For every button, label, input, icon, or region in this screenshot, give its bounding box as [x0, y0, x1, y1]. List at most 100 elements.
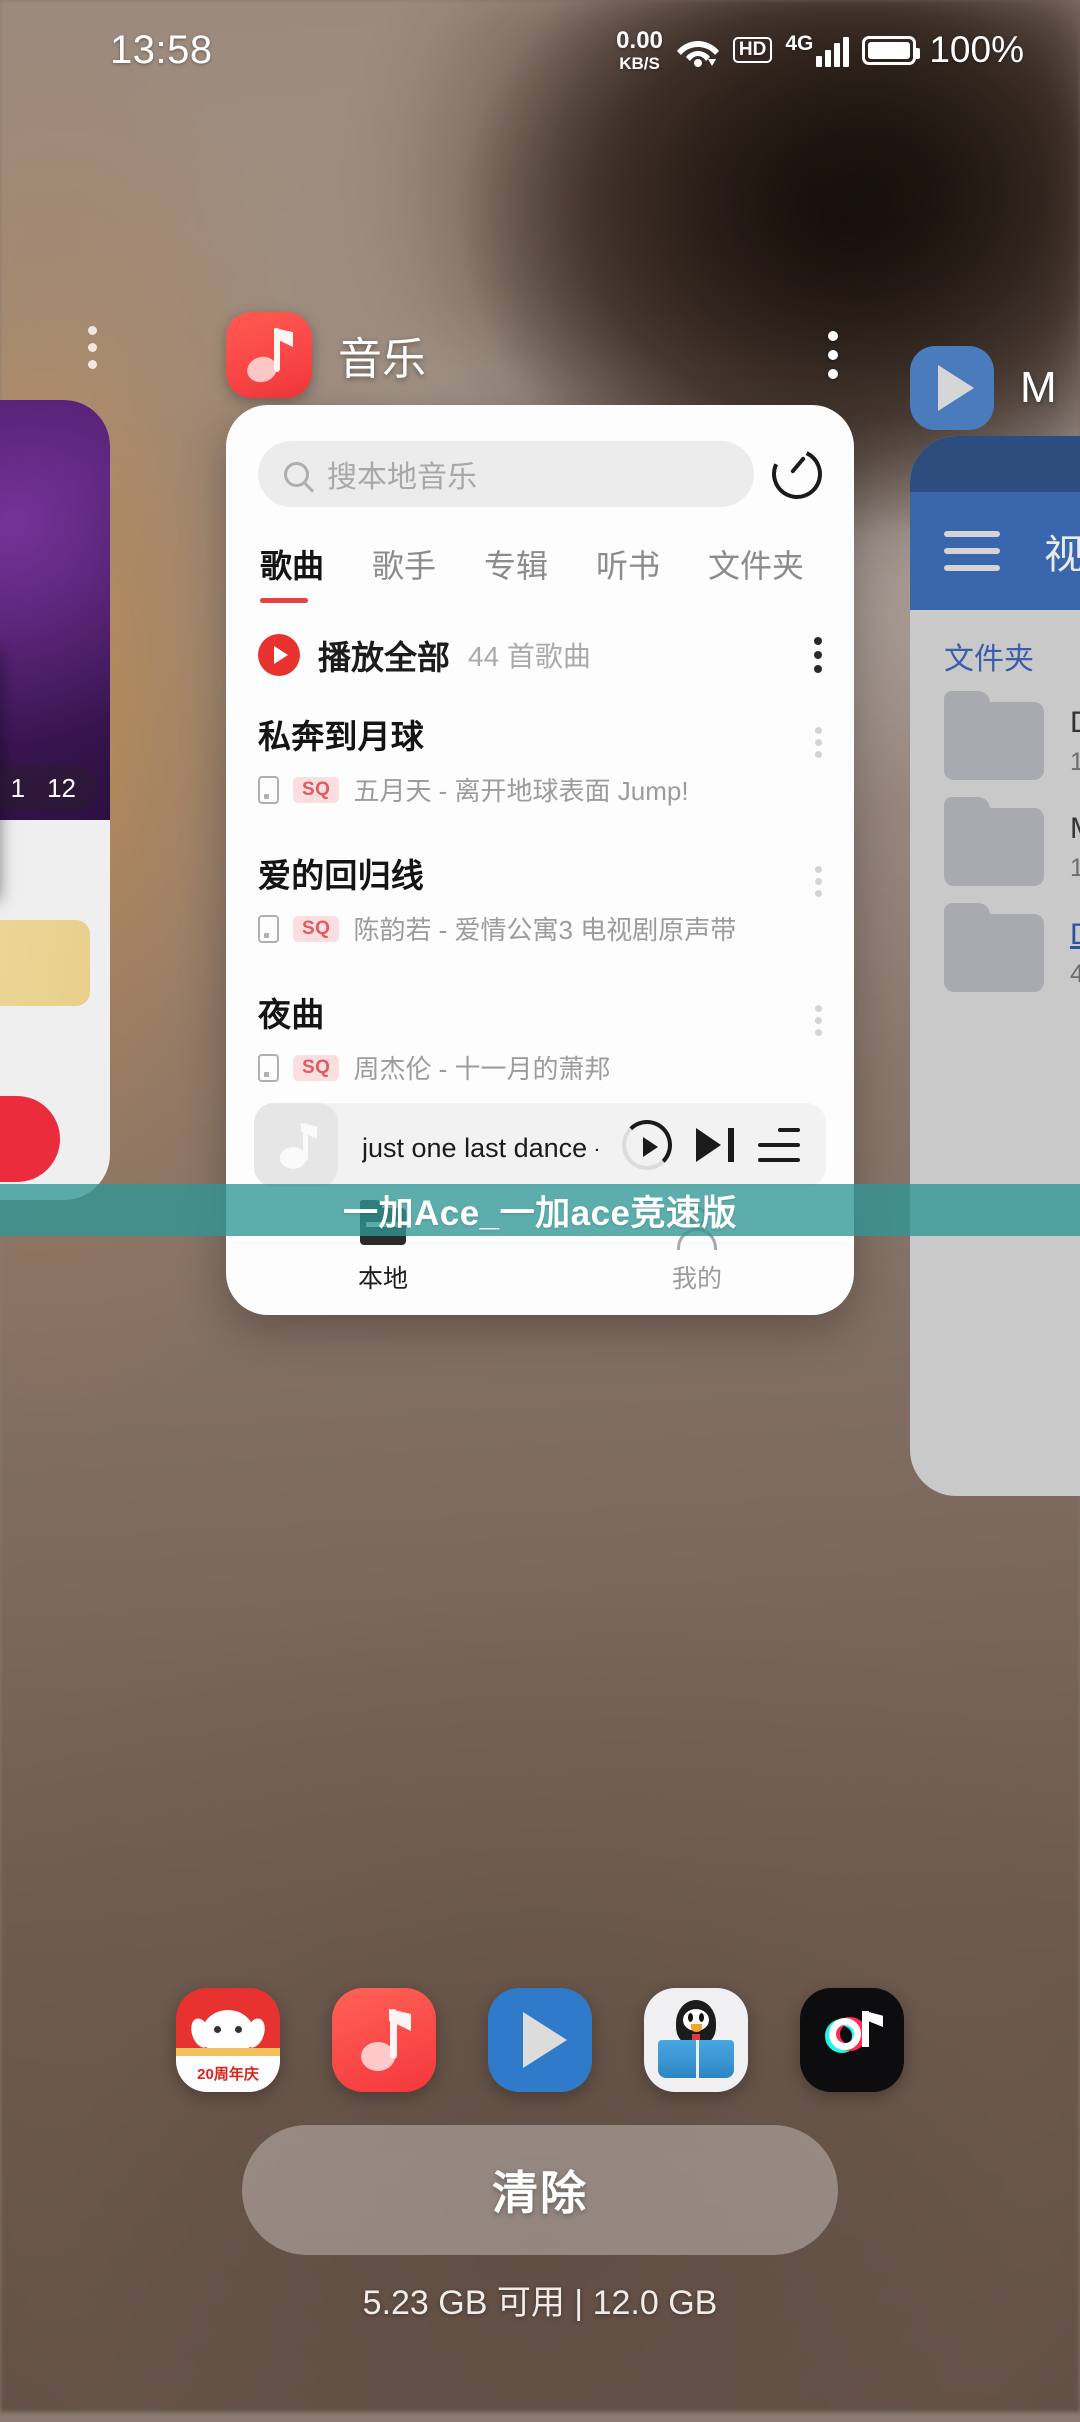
mini-player-artwork — [254, 1103, 338, 1187]
quality-badge: SQ — [293, 915, 340, 942]
dock-icon-qq-reading[interactable] — [644, 1988, 748, 2092]
song-overflow-menu[interactable] — [815, 727, 822, 758]
tab-albums[interactable]: 专辑 — [484, 541, 596, 603]
song-overflow-menu[interactable] — [815, 866, 822, 897]
song-list[interactable]: 私奔到月球 SQ 五月天 - 离开地球表面 Jump! 爱的回归线 SQ 陈韵若… — [226, 689, 854, 1097]
battery-percent-label: 100% — [929, 29, 1024, 70]
tab-artists[interactable]: 歌手 — [372, 541, 484, 603]
dock-icon-tiktok[interactable] — [800, 1988, 904, 2092]
music-tabs: 歌曲 歌手 专辑 听书 文件夹 — [226, 507, 854, 603]
song-title: 爱的回归线 — [258, 857, 424, 894]
network-speed-unit: KB/S — [619, 53, 660, 73]
video-folder-row[interactable]: D 1 — [910, 688, 1080, 794]
search-placeholder: 搜本地音乐 — [327, 461, 477, 494]
tab-songs[interactable]: 歌曲 — [260, 541, 372, 603]
battery-icon — [862, 35, 921, 65]
next-track-button[interactable] — [696, 1128, 734, 1162]
song-list-item[interactable]: 夜曲 SQ 周杰伦 - 十一月的萧邦 — [258, 967, 822, 1097]
promo-tag-row: 满赠 换 › — [0, 840, 110, 891]
search-row: 搜本地音乐 — [226, 405, 854, 507]
app-dock: 20周年庆 — [0, 1940, 1080, 2140]
shopping-card-body[interactable]: Western Digital. SATA 6Gb/s SC HA500FOR … — [0, 400, 110, 1200]
folder-icon — [944, 797, 1044, 886]
folder-count: 1 — [1070, 853, 1080, 882]
folder-icon — [944, 691, 1044, 780]
recent-card-shopping[interactable]: Western Digital. SATA 6Gb/s SC HA500FOR … — [0, 400, 110, 1200]
folder-name: M — [1070, 812, 1080, 846]
folder-name: D — [1070, 706, 1080, 740]
dock-icon-music[interactable] — [332, 1988, 436, 2092]
recent-card-music[interactable]: 音乐 搜本地音乐 歌曲 歌手 专辑 听书 文件夹 播放全部 44 首歌曲 私奔到… — [226, 305, 854, 1315]
page-current: 1 — [10, 772, 26, 803]
cellular-indicator: 4G — [785, 33, 850, 67]
product-hero-image: Western Digital. SATA 6Gb/s SC HA500FOR … — [0, 400, 110, 820]
left-card-overflow-menu[interactable] — [88, 326, 97, 369]
clear-all-button[interactable]: 清除 — [242, 2125, 838, 2255]
page-total: 12 — [47, 772, 76, 803]
device-icon — [258, 1053, 279, 1082]
watermark-text: 一加Ace_一加ace竞速版 — [342, 1193, 738, 1233]
video-folder-row[interactable]: D 4 — [910, 900, 1080, 1006]
watermark-banner: 一加Ace_一加ace竞速版 — [0, 1184, 1080, 1236]
song-list-overflow-menu[interactable] — [814, 637, 822, 673]
play-all-row[interactable]: 播放全部 44 首歌曲 — [226, 603, 854, 689]
tiktok-note-icon — [825, 2011, 883, 2069]
song-artist: 周杰伦 - 十一月的萧邦 — [353, 1054, 611, 1084]
music-note-icon — [244, 328, 293, 386]
network-speed-indicator: 0.00 KB/S — [616, 28, 663, 73]
song-list-item[interactable]: 私奔到月球 SQ 五月天 - 离开地球表面 Jump! — [258, 689, 822, 828]
video-app-statusbar — [910, 436, 1080, 492]
tab-folders[interactable]: 文件夹 — [708, 541, 820, 603]
song-subtitle: SQ 陈韵若 - 爱情公寓3 电视剧原声带 — [258, 910, 822, 947]
signal-bars-icon — [816, 37, 850, 67]
memory-status-text: 5.23 GB 可用 | 12.0 GB — [362, 2284, 718, 2322]
video-app-bar-title: 视频 — [1044, 533, 1080, 577]
song-artist: 五月天 - 离开地球表面 Jump! — [353, 776, 689, 806]
play-pause-button[interactable] — [622, 1120, 672, 1170]
recent-card-video[interactable]: M 视频 文件夹 D 1 M 1 D 4 — [910, 340, 1080, 1496]
hamburger-menu-icon[interactable] — [944, 531, 1000, 571]
nav-label-local: 本地 — [357, 1264, 408, 1293]
mini-player[interactable]: just one last dance - 차 — [254, 1103, 826, 1187]
music-card-overflow-menu[interactable] — [812, 321, 854, 389]
playlist-queue-icon[interactable] — [758, 1128, 800, 1162]
video-app-bar: 视频 — [910, 492, 1080, 610]
dock-icon-jd[interactable]: 20周年庆 — [176, 1988, 280, 2092]
folder-name: D — [1070, 918, 1080, 952]
folder-count: 4 — [1070, 959, 1080, 988]
video-section-label: 文件夹 — [944, 643, 1034, 676]
music-card-body[interactable]: 搜本地音乐 歌曲 歌手 专辑 听书 文件夹 播放全部 44 首歌曲 私奔到月球 — [226, 405, 854, 1315]
music-app-icon — [226, 312, 312, 398]
coupon-banner[interactable]: .64元 › — [0, 920, 90, 1006]
status-icons: 0.00 KB/S HD 4G 100% — [616, 28, 1024, 73]
refresh-icon[interactable] — [764, 441, 830, 507]
song-artist: 陈韵若 - 爱情公寓3 电视剧原声带 — [353, 915, 737, 945]
play-icon[interactable] — [258, 634, 300, 676]
song-subtitle: SQ 五月天 - 离开地球表面 Jump! — [258, 771, 822, 808]
wifi-icon — [676, 41, 719, 67]
status-bar: 13:58 0.00 KB/S HD 4G 100% — [0, 0, 1080, 100]
song-overflow-menu[interactable] — [815, 1005, 822, 1036]
search-input[interactable]: 搜本地音乐 — [258, 441, 754, 507]
book-icon — [658, 2040, 734, 2078]
hd-icon: HD — [732, 37, 773, 63]
search-icon — [284, 461, 309, 487]
product-title-line1: ble 西数紫 — [0, 1030, 110, 1078]
folder-count: 1 — [1070, 747, 1080, 776]
folder-icon — [944, 903, 1044, 992]
video-folder-meta: D 4 — [1070, 918, 1080, 989]
song-count-label: 44 首歌曲 — [468, 641, 591, 672]
video-card-body[interactable]: 视频 文件夹 D 1 M 1 D 4 — [910, 436, 1080, 1496]
song-list-item[interactable]: 爱的回归线 SQ 陈韵若 - 爱情公寓3 电视剧原声带 — [258, 828, 822, 967]
video-app-icon — [910, 346, 994, 430]
image-page-indicator: 1 12 — [0, 766, 96, 810]
dock-icon-video[interactable] — [488, 1988, 592, 2092]
song-subtitle: SQ 周杰伦 - 十一月的萧邦 — [258, 1049, 822, 1086]
status-clock: 13:58 — [110, 27, 213, 72]
song-title: 私奔到月球 — [258, 718, 424, 755]
video-folder-row[interactable]: M 1 — [910, 794, 1080, 900]
music-card-header: 音乐 — [226, 305, 854, 405]
song-title: 夜曲 — [258, 996, 325, 1033]
tab-audiobooks[interactable]: 听书 — [596, 541, 708, 603]
video-card-header: M — [910, 340, 1080, 436]
